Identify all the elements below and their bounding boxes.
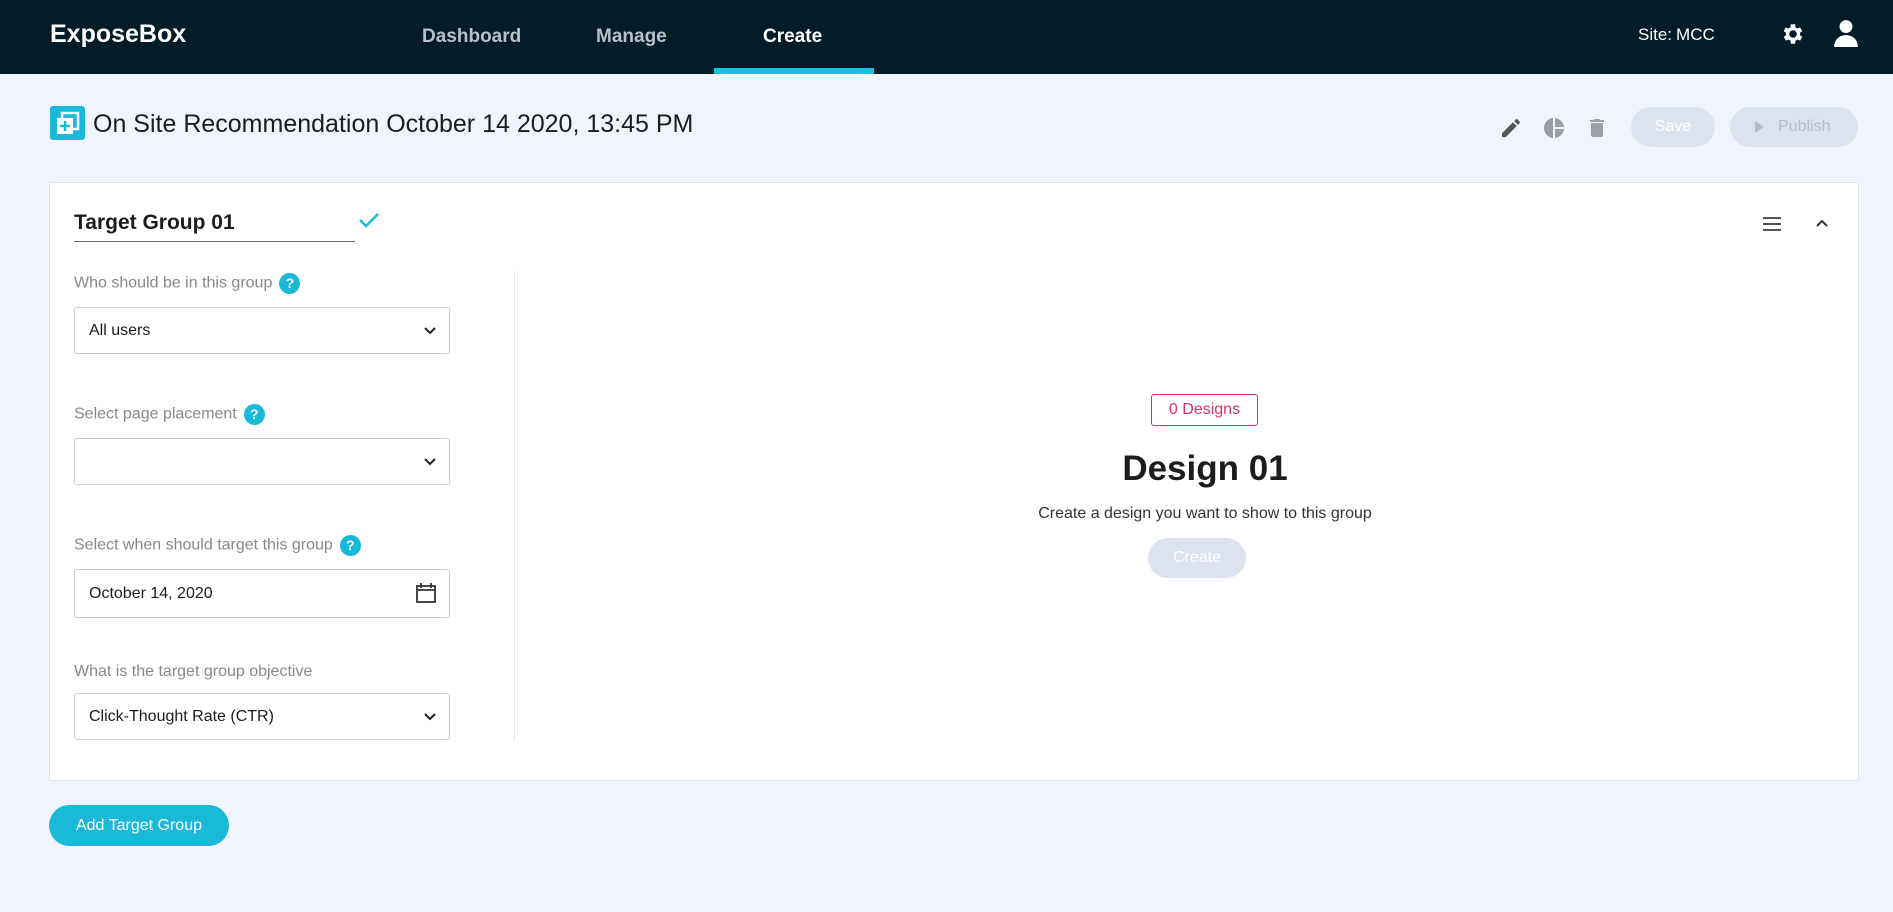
add-target-group-button[interactable]: Add Target Group	[49, 805, 229, 846]
page-title: On Site Recommendation October 14 2020, …	[93, 110, 694, 138]
objective-label: What is the target group objective	[74, 663, 313, 680]
when-label: Select when should target this group?	[74, 535, 361, 556]
objective-value: Click-Thought Rate (CTR)	[89, 708, 274, 725]
chevron-down-icon	[424, 458, 436, 466]
trash-icon[interactable]	[1585, 116, 1609, 140]
site-value: MCC	[1676, 25, 1715, 44]
nav-create[interactable]: Create	[763, 26, 822, 74]
placement-label: Select page placement?	[74, 404, 265, 425]
when-label-text: Select when should target this group	[74, 536, 333, 554]
publish-button[interactable]: Publish	[1730, 107, 1858, 147]
user-icon[interactable]	[1833, 19, 1859, 47]
help-icon[interactable]: ?	[339, 535, 361, 556]
who-label-text: Who should be in this group	[74, 274, 273, 292]
publish-label: Publish	[1778, 118, 1831, 135]
check-icon[interactable]	[358, 211, 380, 229]
date-value: October 14, 2020	[89, 585, 213, 602]
pie-chart-icon[interactable]	[1542, 116, 1566, 140]
chevron-down-icon	[424, 327, 436, 335]
top-nav: ExposeBox Dashboard Manage Create Site: M…	[0, 0, 1893, 74]
menu-icon[interactable]	[1762, 216, 1782, 232]
who-value: All users	[89, 322, 151, 339]
nav-manage[interactable]: Manage	[596, 26, 667, 74]
target-group-name-input[interactable]: Target Group 01	[74, 211, 355, 242]
design-title: Design 01	[1122, 449, 1288, 488]
designs-count-badge: 0 Designs	[1151, 394, 1258, 426]
add-page-icon	[50, 106, 85, 140]
gear-icon[interactable]	[1780, 21, 1806, 47]
site-selector[interactable]: Site: MCC	[1638, 25, 1715, 45]
pencil-icon[interactable]	[1499, 116, 1523, 140]
create-design-button[interactable]: Create	[1148, 538, 1246, 578]
objective-select[interactable]: Click-Thought Rate (CTR)	[74, 693, 450, 740]
target-group-card: Target Group 01 Who should be in this gr…	[49, 182, 1859, 781]
date-input[interactable]: October 14, 2020	[74, 569, 450, 618]
play-icon	[1755, 121, 1764, 133]
chevron-up-icon[interactable]	[1814, 215, 1830, 231]
placement-select[interactable]	[74, 438, 450, 485]
placement-label-text: Select page placement	[74, 405, 237, 423]
help-icon[interactable]: ?	[279, 273, 301, 294]
site-label: Site:	[1638, 25, 1673, 44]
design-subtitle: Create a design you want to show to this…	[1038, 505, 1372, 522]
column-divider	[514, 271, 515, 741]
who-select[interactable]: All users	[74, 307, 450, 354]
who-label: Who should be in this group?	[74, 273, 301, 294]
help-icon[interactable]: ?	[243, 404, 265, 425]
brand-logo[interactable]: ExposeBox	[50, 20, 186, 49]
calendar-icon[interactable]	[415, 582, 437, 604]
nav-dashboard[interactable]: Dashboard	[422, 26, 521, 74]
active-tab-indicator	[714, 68, 874, 74]
save-button[interactable]: Save	[1631, 107, 1715, 147]
chevron-down-icon	[424, 713, 436, 721]
